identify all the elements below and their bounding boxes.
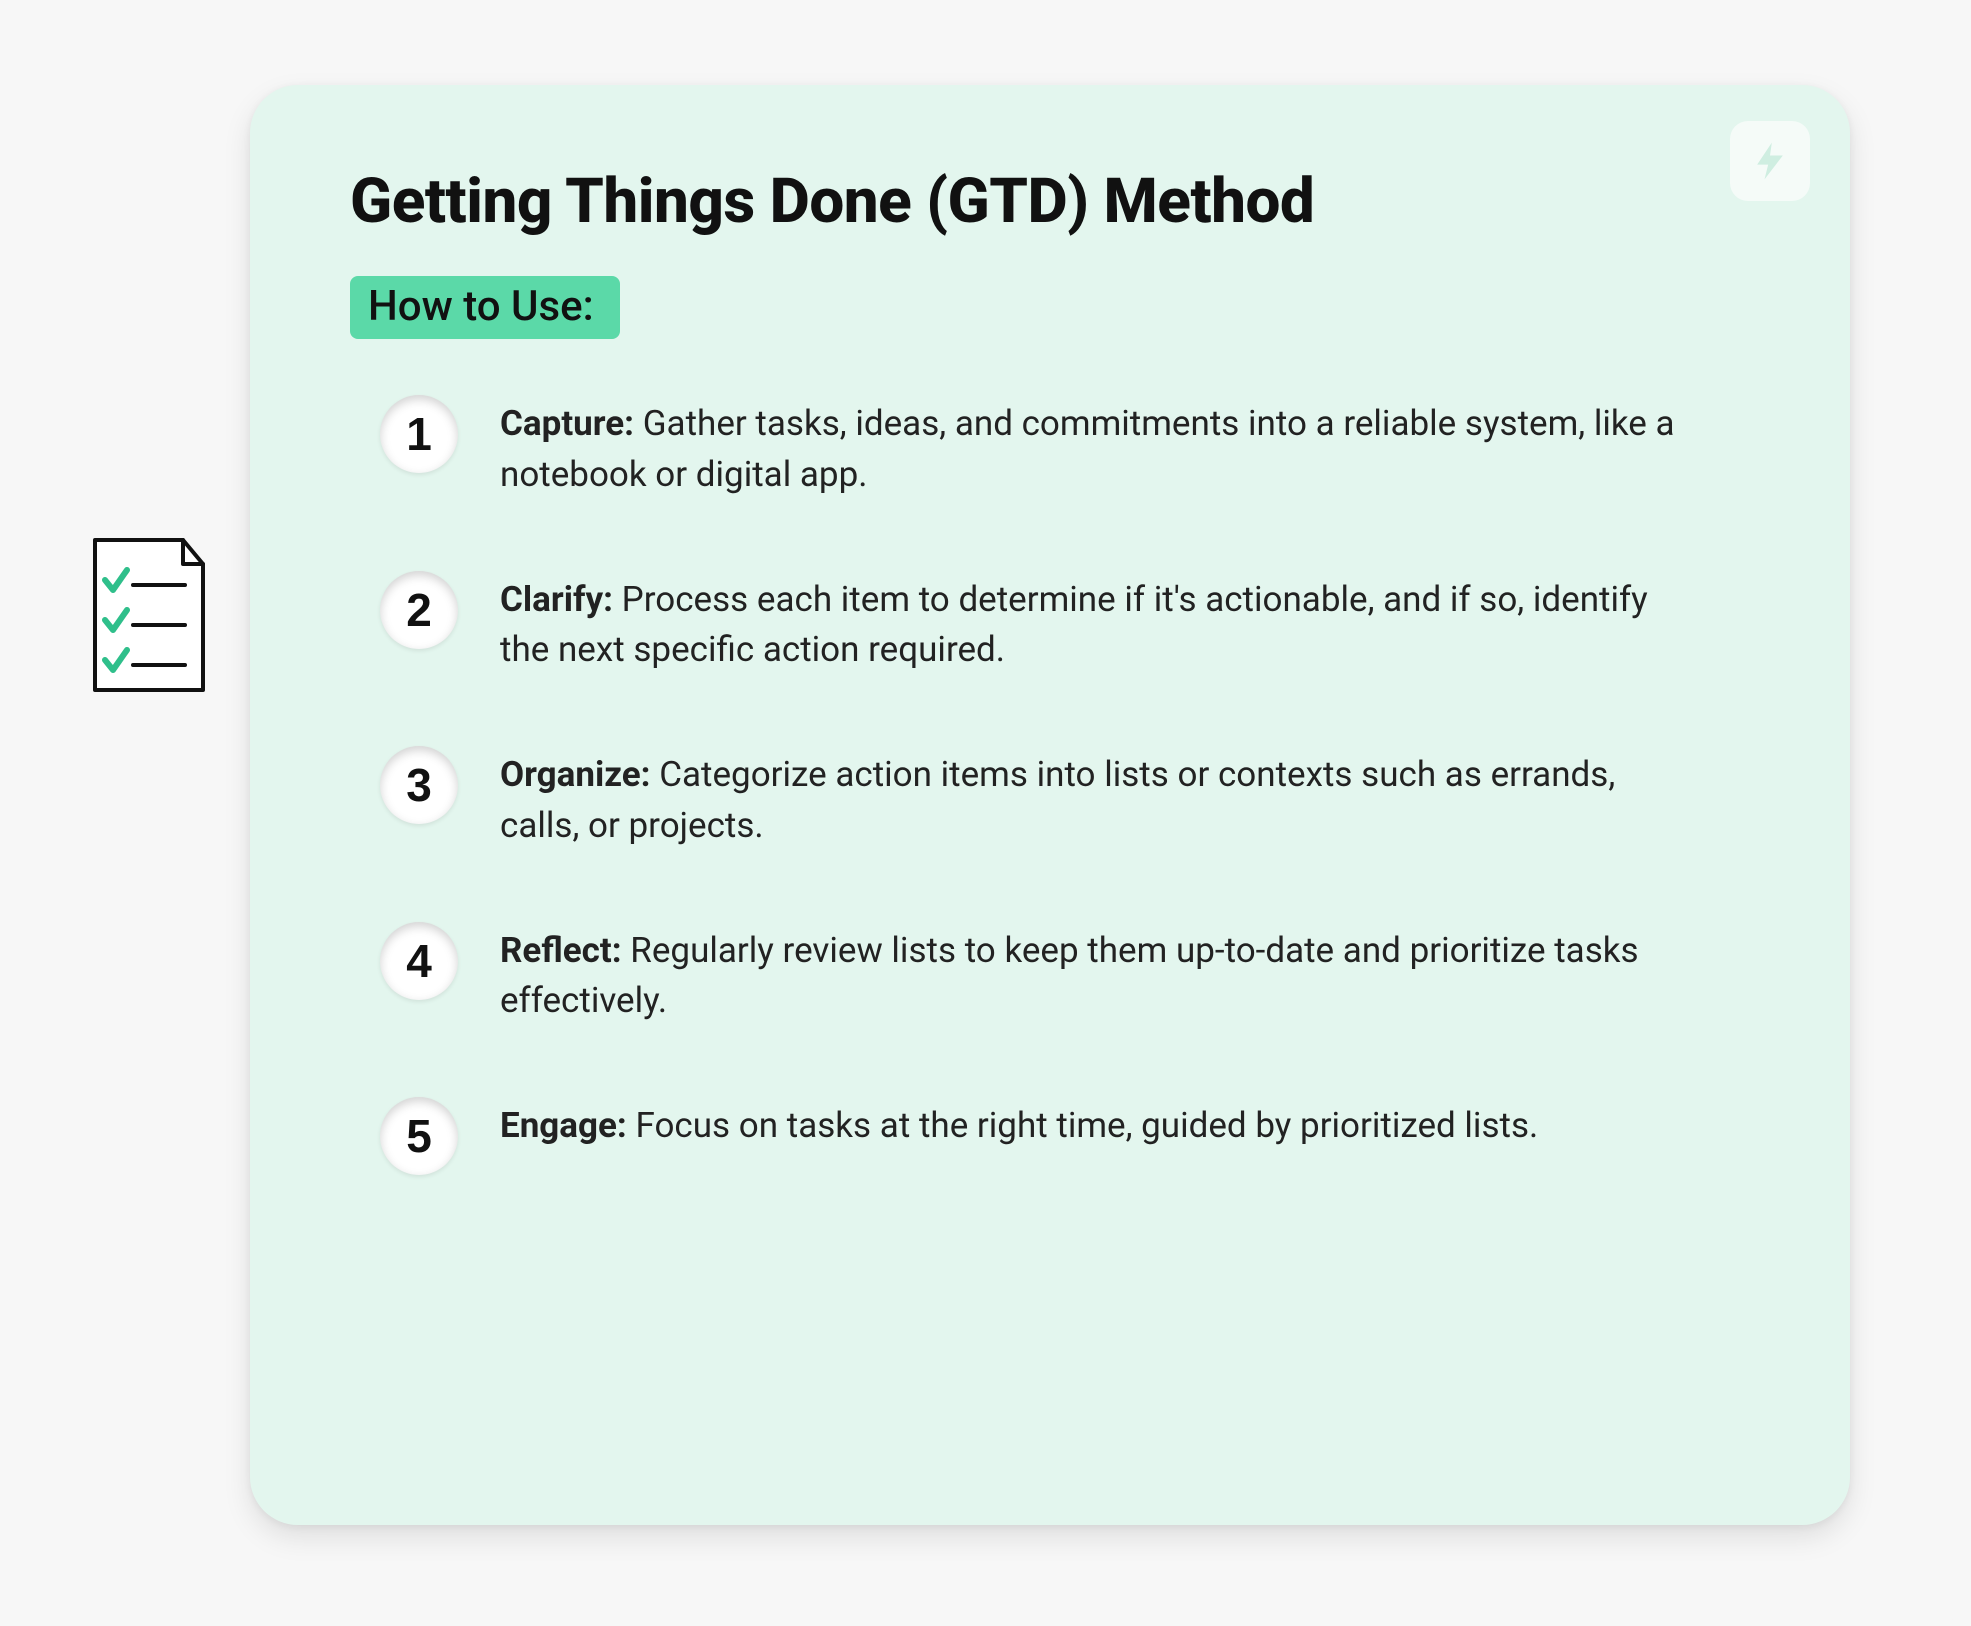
step-number-badge: 2 bbox=[380, 571, 458, 649]
card-title: Getting Things Done (GTD) Method bbox=[350, 165, 1760, 238]
step-item: 5 Engage: Focus on tasks at the right ti… bbox=[380, 1101, 1760, 1175]
step-number-badge: 5 bbox=[380, 1097, 458, 1175]
page-container: Getting Things Done (GTD) Method How to … bbox=[0, 0, 1971, 1626]
step-description: Gather tasks, ideas, and commitments int… bbox=[500, 403, 1675, 495]
step-text: Clarify: Process each item to determine … bbox=[500, 575, 1700, 677]
step-description: Regularly review lists to keep them up-t… bbox=[500, 930, 1639, 1022]
step-description: Focus on tasks at the right time, guided… bbox=[627, 1105, 1538, 1146]
card-subtitle: How to Use: bbox=[350, 276, 620, 339]
step-text: Capture: Gather tasks, ideas, and commit… bbox=[500, 399, 1700, 501]
steps-list: 1 Capture: Gather tasks, ideas, and comm… bbox=[350, 399, 1760, 1175]
step-number-badge: 4 bbox=[380, 922, 458, 1000]
step-label: Capture: bbox=[500, 403, 634, 444]
step-item: 4 Reflect: Regularly review lists to kee… bbox=[380, 926, 1760, 1028]
step-item: 2 Clarify: Process each item to determin… bbox=[380, 575, 1760, 677]
step-label: Organize: bbox=[500, 754, 651, 795]
step-description: Categorize action items into lists or co… bbox=[500, 754, 1615, 846]
step-label: Reflect: bbox=[500, 930, 622, 971]
step-text: Reflect: Regularly review lists to keep … bbox=[500, 926, 1700, 1028]
step-text: Organize: Categorize action items into l… bbox=[500, 750, 1700, 852]
lightning-icon bbox=[1730, 121, 1810, 201]
step-text: Engage: Focus on tasks at the right time… bbox=[500, 1101, 1538, 1152]
step-label: Clarify: bbox=[500, 579, 613, 620]
step-item: 1 Capture: Gather tasks, ideas, and comm… bbox=[380, 399, 1760, 501]
method-card: Getting Things Done (GTD) Method How to … bbox=[250, 85, 1850, 1525]
step-description: Process each item to determine if it's a… bbox=[500, 579, 1648, 671]
step-number-badge: 1 bbox=[380, 395, 458, 473]
step-label: Engage: bbox=[500, 1105, 627, 1146]
checklist-icon bbox=[75, 530, 215, 700]
step-item: 3 Organize: Categorize action items into… bbox=[380, 750, 1760, 852]
step-number-badge: 3 bbox=[380, 746, 458, 824]
